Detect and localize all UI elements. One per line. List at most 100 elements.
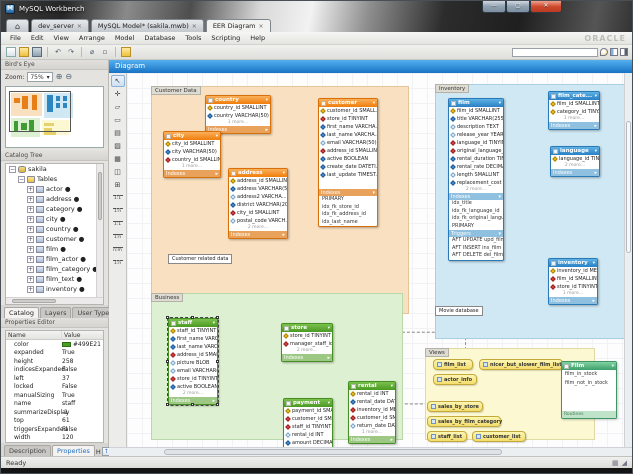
tree-item-film_actor[interactable]: +film_actor ● <box>6 254 103 264</box>
expand-icon[interactable]: + <box>27 186 34 193</box>
menu-view[interactable]: View <box>48 33 73 43</box>
table-store[interactable]: store▾store_id TINYINTmanager_staff_id .… <box>281 323 333 362</box>
tree-item-actor[interactable]: +actor ● <box>6 184 103 194</box>
zoom-select[interactable]: 75%▾ <box>27 72 52 82</box>
region-label[interactable]: Inventory <box>435 84 469 93</box>
region-label[interactable]: Customer Data <box>151 86 201 95</box>
table-header[interactable]: film▾ <box>449 99 503 107</box>
menu-help[interactable]: Help <box>245 33 270 43</box>
section-indexes-collapsed[interactable]: Indexes▸ <box>551 169 599 176</box>
property-row-locked[interactable]: lockedFalse <box>6 383 103 392</box>
menu-tools[interactable]: Tools <box>180 33 206 43</box>
routine-group-film[interactable]: Film▾film_in_stockfilm_not_in_stockRouti… <box>561 361 617 419</box>
rel-1-n-existing-tool[interactable]: 1:n <box>111 257 125 269</box>
collapse-arrow-icon[interactable]: ▾ <box>373 101 375 106</box>
menu-edit[interactable]: Edit <box>26 33 49 43</box>
tree-item-inventory[interactable]: +inventory ● <box>6 284 103 294</box>
section-indexes-collapsed[interactable]: Indexes▸ <box>549 297 597 304</box>
image-tool[interactable]: ▨ <box>111 140 125 152</box>
birds-eye-thumbnail[interactable] <box>5 86 104 148</box>
tree-item-country[interactable]: +country ● <box>6 224 103 234</box>
expand-icon[interactable]: + <box>27 246 34 253</box>
search-icon[interactable] <box>600 48 608 56</box>
rel-n-m-identifying-tool[interactable]: n:m <box>111 244 125 256</box>
tab-close-icon[interactable]: × <box>77 23 82 30</box>
tab-history-partial[interactable]: H <box>96 448 101 456</box>
eraser-tool[interactable]: ▱ <box>111 101 125 113</box>
selection-handle[interactable] <box>191 403 194 406</box>
tree-scroll-thumb[interactable] <box>98 172 102 220</box>
table-address[interactable]: address▾address_id SMALLINTaddress VARCH… <box>228 168 288 239</box>
routine-group-header[interactable]: Film▾ <box>562 362 616 370</box>
table-staff[interactable]: staff▾staff_id TINYINTfirst_name VARCH..… <box>168 318 218 405</box>
expand-icon[interactable]: + <box>27 236 34 243</box>
tree-item-customer[interactable]: +customer ● <box>6 234 103 244</box>
zoom-out-icon[interactable]: ⊖ <box>65 72 72 82</box>
tab-close-icon[interactable]: × <box>192 23 197 30</box>
redo-icon[interactable]: ↷ <box>66 47 76 57</box>
tab-eer-diagram[interactable]: EER Diagram× <box>206 19 271 32</box>
view-tool[interactable]: ◫ <box>111 166 125 178</box>
property-row-manualSizing[interactable]: manualSizingTrue <box>6 391 103 400</box>
undo-icon[interactable]: ↶ <box>53 47 63 57</box>
tree-item-Tables[interactable]: −Tables <box>6 174 103 184</box>
section-indexes[interactable]: Indexes▾ <box>319 189 377 196</box>
property-row-color[interactable]: color#499E21 <box>6 340 103 349</box>
property-row-width[interactable]: width120 <box>6 434 103 443</box>
view-staff_list[interactable]: staff_list <box>427 431 467 442</box>
diagram-canvas[interactable]: Customer DataInventoryBusinessViewscount… <box>127 73 624 447</box>
collapse-icon[interactable]: − <box>9 166 16 173</box>
note-customer-related-data[interactable]: Customer related data <box>168 254 232 264</box>
tab-mysql-model-sakila-mwb-[interactable]: MySQL Model* (sakila.mwb)× <box>91 19 204 32</box>
tree-item-address[interactable]: +address ● <box>6 194 103 204</box>
table-header[interactable]: city▾ <box>164 132 220 140</box>
table-header[interactable]: customer▾ <box>319 99 377 107</box>
property-row-expanded[interactable]: expandedTrue <box>6 349 103 358</box>
menu-scripting[interactable]: Scripting <box>206 33 245 43</box>
table-customer[interactable]: customer▾customer_id SMALL...store_id TI… <box>318 98 378 227</box>
rel-1-n-non-identifying-tool[interactable]: 1:n <box>111 205 125 217</box>
table-header[interactable]: film_cate...▾ <box>549 92 599 100</box>
expand-icon[interactable]: + <box>27 226 34 233</box>
routine-group-tool[interactable]: ⊞ <box>111 179 125 191</box>
toggle-left-panel-icon[interactable] <box>610 48 618 56</box>
selection-handle[interactable] <box>191 316 194 319</box>
selection-handle[interactable] <box>166 403 169 406</box>
tab-dev-server[interactable]: dev_server× <box>31 19 89 32</box>
layer-tool[interactable]: ▭ <box>111 114 125 126</box>
close-button[interactable]: ✕ <box>530 1 562 13</box>
menu-arrange[interactable]: Arrange <box>74 33 110 43</box>
canvas-vertical-scrollbar[interactable] <box>624 73 632 447</box>
tree-item-film[interactable]: +film ● <box>6 244 103 254</box>
tree-item-sakila[interactable]: −sakila <box>6 164 103 174</box>
section-triggers[interactable]: Triggers▾ <box>449 230 503 237</box>
new-diagram-icon[interactable] <box>121 47 131 57</box>
tab-close-icon[interactable]: × <box>259 23 264 30</box>
table-header[interactable]: staff▾ <box>169 319 217 327</box>
expand-icon[interactable]: + <box>27 216 34 223</box>
section-indexes-collapsed[interactable]: Indexes▸ <box>164 170 220 177</box>
collapse-arrow-icon[interactable]: ▾ <box>593 261 595 266</box>
no-sync-icon[interactable]: ⌀ <box>87 47 97 57</box>
property-row-indicesExpanded[interactable]: indicesExpandedFalse <box>6 366 103 375</box>
tree-item-film_category[interactable]: +film_category ● <box>6 264 103 274</box>
tree-item-category[interactable]: +category ● <box>6 204 103 214</box>
tree-hscroll-thumb[interactable] <box>12 299 56 303</box>
pan-tool[interactable]: ✛ <box>111 88 125 100</box>
property-row-summarizeDisplay[interactable]: summarizeDisplay-1 <box>6 408 103 417</box>
select-tool[interactable]: ↖ <box>111 75 125 87</box>
collapse-arrow-icon[interactable]: ▾ <box>612 364 614 369</box>
tab-description[interactable]: Description <box>4 445 51 456</box>
tab-properties[interactable]: Properties <box>52 445 95 456</box>
table-header[interactable]: language▾ <box>551 147 599 155</box>
shrink-icon[interactable]: ▫ <box>100 47 110 57</box>
property-row-triggersExpanded[interactable]: triggersExpandedFalse <box>6 425 103 434</box>
property-row-name[interactable]: namestaff <box>6 400 103 409</box>
canvas-horizontal-scrollbar[interactable] <box>109 447 632 456</box>
expand-icon[interactable]: + <box>27 286 34 293</box>
tab-layers[interactable]: Layers <box>40 307 72 318</box>
collapse-arrow-icon[interactable]: ▾ <box>283 171 285 176</box>
collapse-arrow-icon[interactable]: ▾ <box>595 149 597 154</box>
open-model-icon[interactable] <box>19 47 29 57</box>
save-model-icon[interactable] <box>32 47 42 57</box>
